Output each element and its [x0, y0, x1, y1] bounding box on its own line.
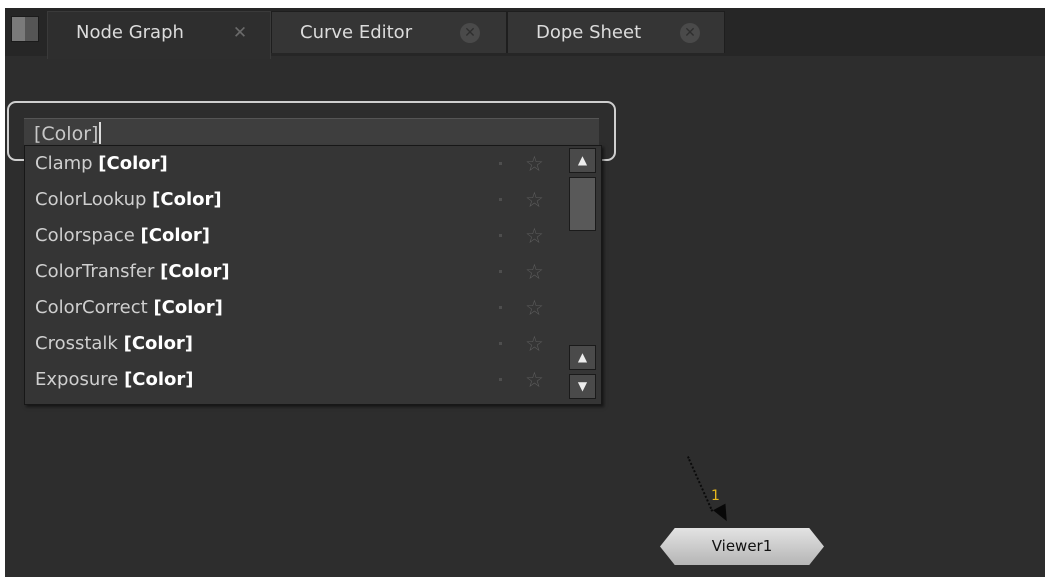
scroll-down-icon[interactable]: ▼ — [569, 374, 596, 399]
text-caret — [99, 122, 102, 144]
tab-bar: Node Graph ✕ Curve Editor ✕ Dope Sheet ✕ — [5, 8, 1045, 59]
star-icon[interactable]: ☆ — [525, 146, 544, 182]
scroll-up-icon[interactable]: ▲ — [569, 345, 596, 370]
dot-icon — [499, 378, 502, 381]
scroll-up-icon[interactable]: ▲ — [569, 148, 596, 173]
result-name: Exposure — [35, 369, 119, 390]
dot-icon — [499, 342, 502, 345]
node-graph-panel: Node Graph ✕ Curve Editor ✕ Dope Sheet ✕… — [5, 8, 1045, 577]
dot-icon — [499, 198, 502, 201]
result-item-exposure[interactable]: Exposure [Color] ☆ — [25, 362, 565, 398]
result-tag: [Color] — [152, 189, 222, 210]
result-tag: [Color] — [123, 333, 194, 354]
dot-icon — [499, 162, 502, 165]
result-tag: [Color] — [160, 261, 230, 282]
result-name: ColorLookup — [35, 189, 147, 210]
star-icon[interactable]: ☆ — [525, 182, 544, 218]
result-name: Crosstalk — [35, 333, 118, 354]
results-scrollbar[interactable]: ▲ ▲ ▼ — [566, 147, 600, 403]
panel-menu-icon[interactable] — [11, 16, 39, 42]
tab-curve-editor[interactable]: Curve Editor ✕ — [271, 11, 507, 53]
result-item-colorlookup[interactable]: ColorLookup [Color] ☆ — [25, 182, 565, 218]
search-results-list: Clamp [Color] ☆ ColorLookup [Color] ☆ Co… — [24, 145, 602, 405]
search-text: [Color] — [34, 123, 99, 145]
star-icon[interactable]: ☆ — [525, 290, 544, 326]
result-name: Clamp — [35, 153, 93, 174]
input-number-label: 1 — [711, 488, 720, 504]
star-icon[interactable]: ☆ — [525, 218, 544, 254]
result-item-colorspace[interactable]: Colorspace [Color] ☆ — [25, 218, 565, 254]
result-name: Colorspace — [35, 225, 135, 246]
result-tag: [Color] — [153, 297, 223, 318]
close-icon[interactable]: ✕ — [460, 23, 480, 43]
tab-label: Dope Sheet — [536, 22, 642, 43]
result-tag: [Color] — [124, 369, 194, 390]
close-icon[interactable]: ✕ — [230, 23, 250, 43]
result-item-colortransfer[interactable]: ColorTransfer [Color] ☆ — [25, 254, 565, 290]
node-label: Viewer1 — [711, 537, 773, 555]
result-tag: [Color] — [98, 153, 168, 174]
result-tag: [Color] — [140, 225, 210, 246]
result-item-colorcorrect[interactable]: ColorCorrect [Color] ☆ — [25, 290, 565, 326]
dot-icon — [499, 234, 502, 237]
close-icon[interactable]: ✕ — [680, 23, 700, 43]
star-icon[interactable]: ☆ — [525, 326, 544, 362]
dot-icon — [499, 270, 502, 273]
result-item-clamp[interactable]: Clamp [Color] ☆ — [25, 146, 565, 182]
star-icon[interactable]: ☆ — [525, 362, 544, 398]
star-icon[interactable]: ☆ — [525, 254, 544, 290]
scrollbar-thumb[interactable] — [569, 177, 596, 231]
tab-dope-sheet[interactable]: Dope Sheet ✕ — [507, 11, 725, 53]
viewer-node[interactable]: Viewer1 — [660, 528, 824, 565]
tab-label: Node Graph — [76, 22, 184, 43]
tab-label: Curve Editor — [300, 22, 413, 43]
result-name: ColorCorrect — [35, 297, 148, 318]
result-item-crosstalk[interactable]: Crosstalk [Color] ☆ — [25, 326, 565, 362]
dot-icon — [499, 306, 502, 309]
tab-node-graph[interactable]: Node Graph ✕ — [47, 11, 271, 59]
result-name: ColorTransfer — [35, 261, 155, 282]
